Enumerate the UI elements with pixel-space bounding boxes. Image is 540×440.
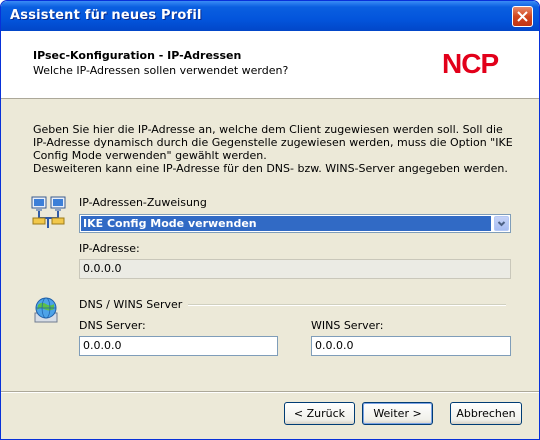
ip-assignment-selected: IKE Config Mode verwenden	[81, 216, 491, 231]
back-button[interactable]: < Zurück	[284, 402, 355, 425]
svg-text:NCP: NCP	[442, 49, 498, 77]
wizard-header: IPsec-Konfiguration - IP-Adressen Welche…	[1, 31, 539, 99]
dns-wins-group-label: DNS / WINS Server	[79, 298, 183, 311]
ip-assignment-select[interactable]: IKE Config Mode verwenden	[79, 214, 511, 233]
ip-address-field[interactable]: 0.0.0.0	[79, 259, 511, 279]
close-button[interactable]	[512, 6, 533, 27]
dns-server-field[interactable]: 0.0.0.0	[79, 336, 278, 356]
ip-address-label: IP-Adresse:	[79, 242, 140, 255]
next-button[interactable]: Weiter >	[362, 402, 433, 425]
group-divider	[188, 304, 506, 306]
page-subtitle: Welche IP-Adressen sollen verwendet werd…	[33, 64, 289, 77]
dropdown-button[interactable]	[494, 216, 509, 231]
dns-server-label: DNS Server:	[79, 319, 146, 332]
ncp-logo: NCP	[442, 49, 499, 77]
ip-assignment-label: IP-Adressen-Zuweisung	[79, 196, 207, 209]
wins-server-field[interactable]: 0.0.0.0	[311, 336, 511, 356]
description-text: Geben Sie hier die IP-Adresse an, welche…	[33, 123, 513, 175]
dns-globe-icon	[34, 297, 58, 323]
cancel-button[interactable]: Abbrechen	[450, 402, 522, 425]
wizard-body: Geben Sie hier die IP-Adresse an, welche…	[1, 99, 539, 391]
dropdown-arrow-icon	[497, 221, 506, 227]
title-bar[interactable]: Assistent für neues Profil	[1, 1, 539, 31]
wins-server-label: WINS Server:	[311, 319, 384, 332]
network-computers-icon	[31, 196, 66, 228]
page-title: IPsec-Konfiguration - IP-Adressen	[33, 49, 242, 62]
close-icon	[517, 11, 528, 22]
wizard-window: Assistent für neues Profil IPsec-Konfigu…	[0, 0, 540, 440]
footer-divider	[1, 391, 539, 393]
window-title: Assistent für neues Profil	[10, 8, 202, 23]
